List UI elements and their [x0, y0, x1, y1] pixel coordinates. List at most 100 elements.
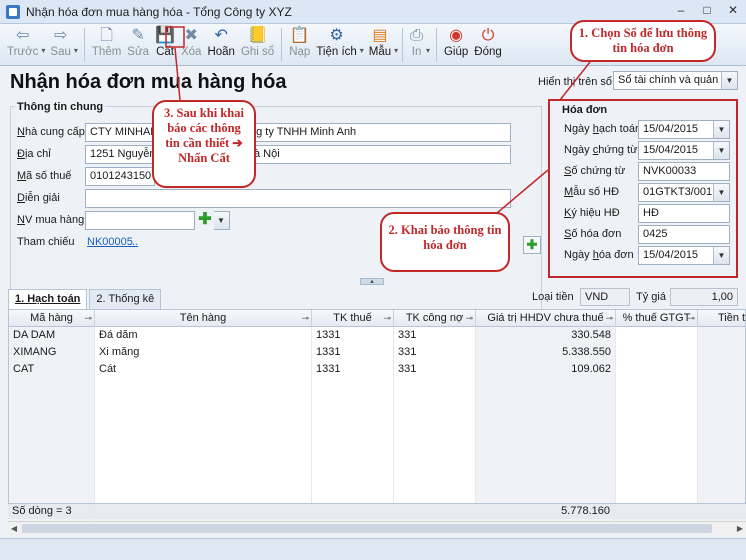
display-book-label: Hiển thị trên sổ: [538, 76, 612, 88]
pin-icon[interactable]: ⊸: [605, 310, 613, 326]
exchange-rate-label: Tỷ giá: [636, 291, 666, 303]
invoice-symbol-input[interactable]: HĐ: [638, 204, 730, 223]
chevron-down-icon: ▼: [721, 72, 737, 89]
pencil-icon: ✎: [131, 27, 145, 44]
tab-accounting[interactable]: 1. Hạch toán: [8, 289, 88, 310]
description-label: Diễn giải: [17, 192, 60, 204]
scroll-right-icon[interactable]: ▶: [734, 522, 746, 536]
chevron-down-icon: ▾: [41, 46, 46, 55]
chevron-down-icon: ▼: [713, 121, 729, 138]
post-button[interactable]: 📒 Ghi sổ: [238, 26, 277, 64]
table-row[interactable]: XIMANG Xi măng 1331 331 5.338.550: [9, 344, 745, 361]
column-header-tax-account[interactable]: TK thuế ⊸: [312, 310, 394, 327]
column-header-tax-amount[interactable]: Tiền th: [698, 310, 745, 327]
template-button[interactable]: ▤ Mẫu ▾: [366, 26, 398, 64]
chevron-down-icon: ▼: [214, 212, 229, 229]
voucher-date-label: Ngày chứng từ: [564, 144, 638, 156]
save-button[interactable]: 💾 Cất: [152, 26, 178, 64]
grid-total: 5.778.160: [475, 504, 615, 521]
app-icon: [6, 4, 20, 19]
load-button[interactable]: 📋 Nạp: [286, 26, 313, 64]
help-icon: ◉: [449, 27, 464, 44]
window-title: Nhận hóa đơn mua hàng hóa - Tổng Công ty…: [26, 4, 292, 19]
reference-more-link[interactable]: ...: [129, 236, 138, 248]
toolbar-separator: [281, 28, 283, 62]
pin-icon[interactable]: ⊸: [687, 310, 695, 326]
chevron-down-icon: ▼: [713, 247, 729, 264]
toolbar-separator: [83, 28, 85, 62]
voucher-no-input[interactable]: NVK00033: [638, 162, 730, 181]
help-button[interactable]: ◉ Giúp: [441, 26, 471, 64]
column-header-name[interactable]: Tên hàng ⊸: [95, 310, 312, 327]
add-staff-icon[interactable]: ✚: [197, 212, 213, 229]
description-input[interactable]: [85, 189, 511, 208]
horizontal-scrollbar[interactable]: ◀ ▶: [8, 521, 746, 535]
print-button[interactable]: ⎙ In ▾: [407, 26, 430, 64]
invoice-form-select[interactable]: 01GTKT3/001 ▼: [638, 183, 730, 202]
column-header-value[interactable]: Giá trị HHDV chưa thuế ⊸: [476, 310, 616, 327]
panel-splitter[interactable]: ▲: [0, 278, 746, 286]
invoice-date-input[interactable]: 15/04/2015 ▼: [638, 246, 730, 265]
invoice-no-label: Số hóa đơn: [564, 228, 622, 240]
currency-value: VND: [580, 288, 630, 306]
edit-button[interactable]: ✎ Sửa: [124, 26, 152, 64]
arrow-left-icon: ⇦: [16, 27, 30, 44]
purchase-staff-label: NV mua hàng: [17, 214, 85, 226]
chevron-down-icon: ▼: [713, 184, 729, 201]
detail-tabs: 1. Hạch toán 2. Thống kê: [8, 289, 163, 310]
callout-save: 3. Sau khi khai báo các thông tin cần th…: [152, 100, 256, 188]
printer-icon: ⎙: [410, 27, 423, 44]
pin-icon[interactable]: ⊸: [465, 310, 473, 326]
column-header-code[interactable]: Mã hàng ⊸: [9, 310, 95, 327]
tax-code-input[interactable]: 0101243150: [85, 167, 155, 186]
exchange-rate-value: 1,00: [670, 288, 738, 306]
invoice-form-label: Mẫu số HĐ: [564, 186, 620, 198]
page-title: Nhận hóa đơn mua hàng hóa: [10, 71, 287, 93]
display-book-select[interactable]: Sổ tài chính và quản trị ▼: [613, 71, 738, 90]
arrow-right-icon: ⇨: [53, 27, 68, 44]
close-window-button[interactable]: ✕: [720, 0, 746, 20]
tools-icon: ⚙: [329, 27, 344, 44]
minimize-button[interactable]: –: [668, 0, 694, 20]
staff-dropdown[interactable]: ▼: [214, 211, 230, 230]
maximize-button[interactable]: □: [694, 0, 720, 20]
column-header-vat-rate[interactable]: % thuế GTGT ⊸: [616, 310, 698, 327]
invoice-no-input[interactable]: 0425: [638, 225, 730, 244]
posting-date-input[interactable]: 15/04/2015 ▼: [638, 120, 730, 139]
grid-header: Mã hàng ⊸ Tên hàng ⊸ TK thuế ⊸ TK công nợ ⊸ …: [9, 310, 745, 327]
pin-icon[interactable]: ⊸: [383, 310, 391, 326]
column-header-debt-account[interactable]: TK công nợ ⊸: [394, 310, 476, 327]
chevron-down-icon: ▼: [713, 142, 729, 159]
tab-statistics[interactable]: 2. Thống kê: [89, 289, 162, 309]
callout-invoice-info: 2. Khai báo thông tin hóa đơn: [380, 212, 510, 272]
chevron-down-icon: ▾: [73, 46, 78, 55]
pin-icon[interactable]: ⊸: [84, 310, 92, 326]
voucher-date-input[interactable]: 15/04/2015 ▼: [638, 141, 730, 160]
tax-code-label: Mã số thuế: [17, 170, 72, 182]
voucher-no-label: Số chứng từ: [564, 165, 626, 177]
close-button[interactable]: ⏻ Đóng: [471, 26, 505, 64]
table-row[interactable]: DA DAM Đá dăm 1331 331 330.548: [9, 327, 745, 344]
arrow-right-icon: ➔: [232, 136, 243, 150]
ledger-icon: 📒: [247, 27, 268, 44]
reference-link[interactable]: NK00005: [87, 236, 133, 248]
address-input[interactable]: 1251 Nguyễn K à Nội: [85, 145, 511, 164]
scroll-left-icon[interactable]: ◀: [8, 522, 20, 536]
undo-icon: ↶: [214, 27, 228, 44]
address-label: Địa chỉ: [17, 148, 51, 160]
pin-icon[interactable]: ⊸: [301, 310, 309, 326]
prev-button[interactable]: ⇦ Trước ▾: [4, 26, 45, 64]
delete-button[interactable]: ✖ Xóa: [178, 26, 204, 64]
add-document-icon: 🗋: [100, 27, 114, 44]
next-button[interactable]: ⇨ Sau ▾: [47, 26, 77, 64]
utilities-button[interactable]: ⚙ Tiện ích ▾: [313, 26, 363, 64]
scrollbar-thumb[interactable]: [22, 524, 712, 533]
add-button[interactable]: 🗋 Thêm: [89, 26, 124, 64]
undo-button[interactable]: ↶ Hoãn: [204, 26, 238, 64]
table-row[interactable]: CAT Cát 1331 331 109.062: [9, 361, 745, 378]
purchase-staff-input[interactable]: [85, 211, 195, 230]
collapse-arrow-icon[interactable]: ▲: [360, 278, 384, 285]
floppy-disk-icon: 💾: [155, 27, 175, 44]
add-reference-icon[interactable]: ✚: [523, 236, 541, 254]
supplier-name-input[interactable]: ng ty TNHH Minh Anh: [245, 123, 511, 142]
